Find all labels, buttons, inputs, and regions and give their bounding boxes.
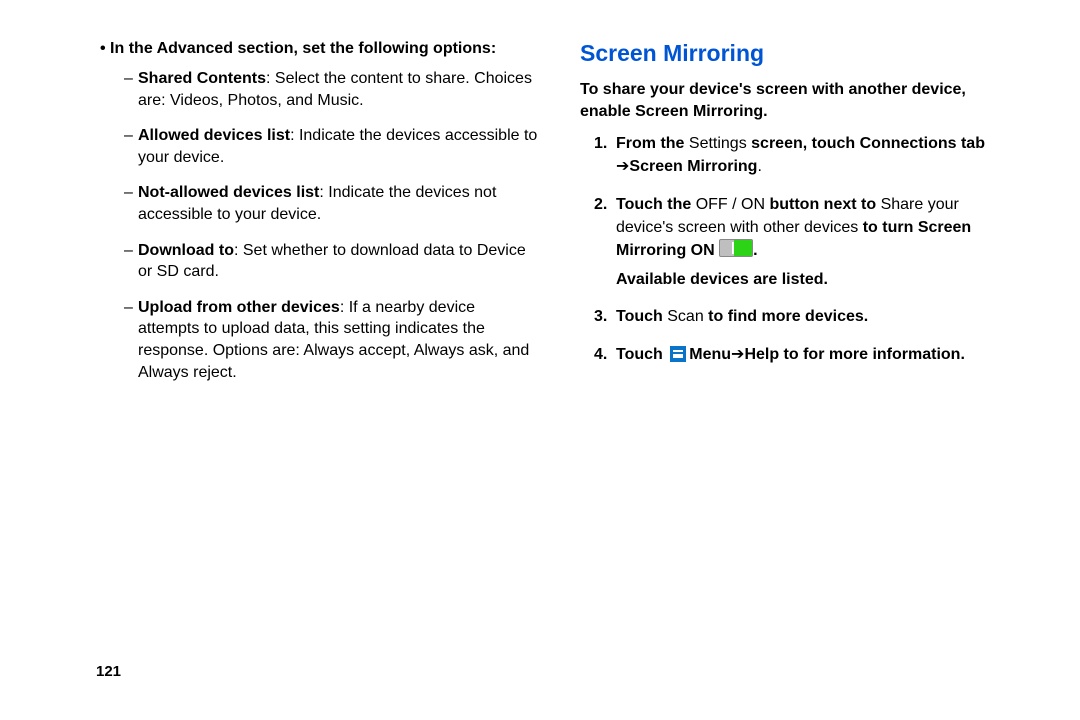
step1-settings: Settings	[689, 135, 747, 152]
advanced-intro: In the Advanced section, set the followi…	[108, 40, 540, 58]
right-column: Screen Mirroring To share your device's …	[560, 40, 1020, 700]
step-4: Touch Menu ➔ Help to for more informatio…	[594, 343, 1020, 366]
arrow-icon: ➔	[731, 343, 744, 366]
step3-text-a: Touch	[616, 308, 667, 325]
option-label: Allowed devices list	[138, 127, 290, 144]
step2-text-b: button next to	[765, 196, 881, 213]
option-label: Shared Contents	[138, 70, 266, 87]
option-not-allowed-devices: Not-allowed devices list: Indicate the d…	[124, 182, 540, 225]
step1-connections: Connections	[860, 135, 957, 152]
option-upload-from-other: Upload from other devices: If a nearby d…	[124, 297, 540, 383]
screen-mirroring-heading: Screen Mirroring	[580, 40, 1020, 67]
arrow-icon: ➔	[616, 155, 629, 178]
step-1: From the Settings screen, touch Connecti…	[594, 132, 1020, 178]
step2-text-a: Touch the	[616, 196, 696, 213]
steps-list: From the Settings screen, touch Connecti…	[580, 132, 1020, 366]
step-3: Touch Scan to find more devices.	[594, 305, 1020, 328]
step1-text-a: From the	[616, 135, 689, 152]
step1-period: .	[757, 158, 761, 175]
option-shared-contents: Shared Contents: Select the content to s…	[124, 68, 540, 111]
option-download-to: Download to: Set whether to download dat…	[124, 240, 540, 283]
step2-period: .	[753, 242, 757, 259]
step4-text-a: Touch	[616, 346, 667, 363]
page-number: 121	[96, 663, 121, 680]
option-label: Not-allowed devices list	[138, 184, 319, 201]
left-column: In the Advanced section, set the followi…	[100, 40, 560, 700]
option-label: Upload from other devices	[138, 299, 340, 316]
step4-help: Help	[744, 346, 779, 363]
option-allowed-devices: Allowed devices list: Indicate the devic…	[124, 125, 540, 168]
step3-scan: Scan	[667, 308, 703, 325]
step1-text-e: tab	[957, 135, 985, 152]
option-label: Download to	[138, 242, 234, 259]
step1-screen-mirroring: Screen Mirroring	[629, 158, 757, 175]
menu-icon	[670, 346, 686, 362]
step3-text-c: to find more devices.	[704, 308, 868, 325]
step2-offon: OFF / ON	[696, 196, 765, 213]
step2-available: Available devices are listed.	[616, 268, 1020, 291]
step4-text-c: to for more information.	[779, 346, 965, 363]
toggle-on-icon	[719, 239, 753, 257]
step1-text-c: screen, touch	[747, 135, 860, 152]
advanced-options-list: Shared Contents: Select the content to s…	[124, 68, 540, 383]
screen-mirroring-intro: To share your device's screen with anoth…	[580, 79, 1020, 122]
step-2: Touch the OFF / ON button next to Share …	[594, 193, 1020, 292]
step4-menu: Menu	[689, 346, 731, 363]
